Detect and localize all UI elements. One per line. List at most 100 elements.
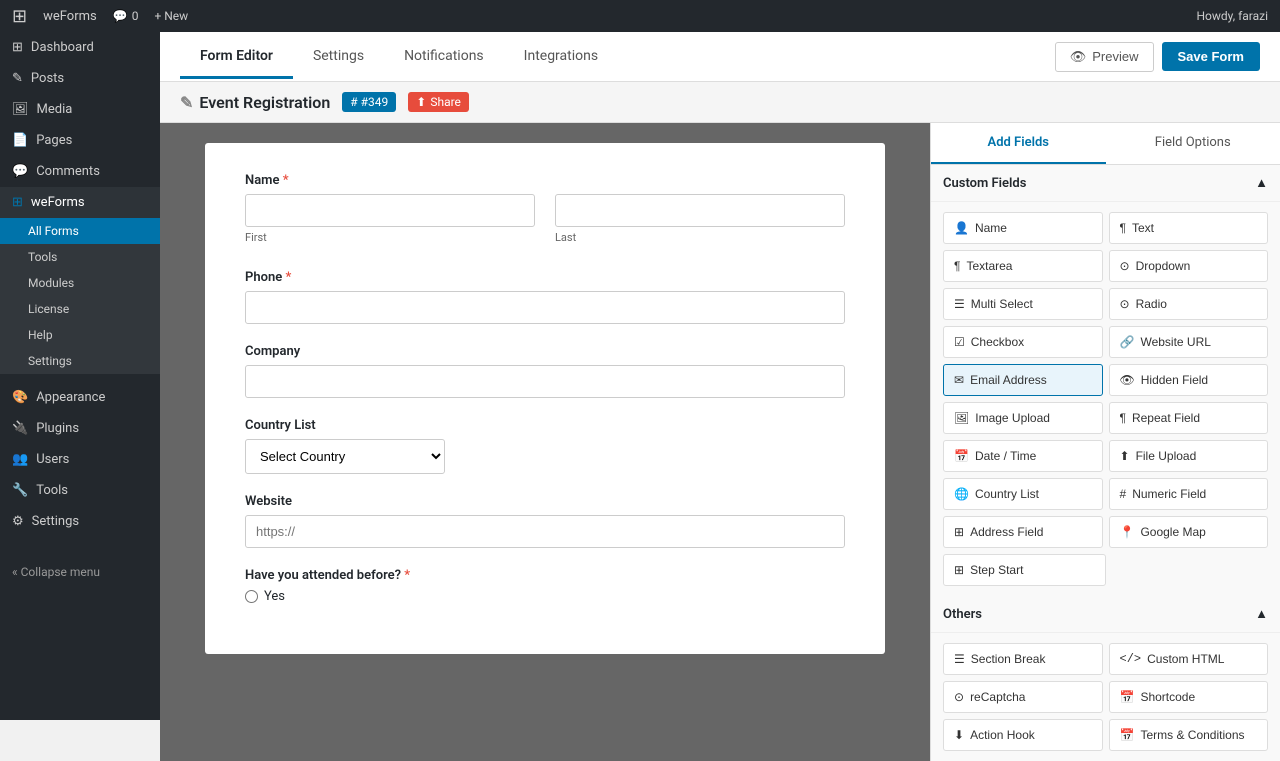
field-btn-website-url[interactable]: 🔗 Website URL bbox=[1109, 326, 1269, 358]
field-btn-country-list[interactable]: 🌐 Country List bbox=[943, 478, 1103, 510]
name-first-input[interactable] bbox=[245, 194, 535, 227]
field-btn-section-break[interactable]: ☰ Section Break bbox=[943, 643, 1103, 675]
form-field-website: Website bbox=[245, 494, 845, 548]
collapse-others-icon: ▲ bbox=[1255, 606, 1268, 622]
tab-add-fields[interactable]: Add Fields bbox=[931, 123, 1106, 164]
sidebar-item-license[interactable]: License bbox=[0, 296, 160, 322]
comments-icon: 💬 bbox=[12, 164, 28, 179]
name-first-col: First bbox=[245, 194, 535, 250]
custom-fields-grid: 👤 Name ¶ Text ¶ Textarea ⊙ Dropdown bbox=[931, 202, 1280, 596]
top-navigation: Form Editor Settings Notifications Integ… bbox=[160, 32, 1280, 82]
sidebar-item-tools[interactable]: 🔧 Tools bbox=[0, 475, 160, 506]
field-btn-address-field[interactable]: ⊞ Address Field bbox=[943, 516, 1103, 548]
attended-yes-option[interactable]: Yes bbox=[245, 589, 845, 604]
sidebar-item-users[interactable]: 👥 Users bbox=[0, 444, 160, 475]
sidebar-item-dashboard[interactable]: ⊞ Dashboard bbox=[0, 32, 160, 63]
field-btn-date-time[interactable]: 📅 Date / Time bbox=[943, 440, 1103, 472]
country-list-icon: 🌐 bbox=[954, 487, 969, 501]
save-form-button[interactable]: Save Form bbox=[1162, 42, 1260, 71]
panel-tabs: Add Fields Field Options bbox=[931, 123, 1280, 165]
tab-integrations[interactable]: Integrations bbox=[504, 36, 618, 79]
sidebar-item-weforms[interactable]: ⊞ weForms bbox=[0, 187, 160, 218]
comments-link[interactable]: 💬 0 bbox=[113, 9, 139, 23]
name-last-input[interactable] bbox=[555, 194, 845, 227]
field-btn-numeric-field[interactable]: # Numeric Field bbox=[1109, 478, 1269, 510]
multi-select-field-icon: ☰ bbox=[954, 297, 965, 311]
field-btn-google-map[interactable]: 📍 Google Map bbox=[1109, 516, 1269, 548]
field-btn-textarea[interactable]: ¶ Textarea bbox=[943, 250, 1103, 282]
field-btn-action-hook[interactable]: ⬇ Action Hook bbox=[943, 719, 1103, 751]
right-panel: Add Fields Field Options Custom Fields ▲… bbox=[930, 123, 1280, 761]
tab-notifications[interactable]: Notifications bbox=[384, 36, 504, 79]
form-field-name: Name * First Last bbox=[245, 173, 845, 250]
sidebar-item-pages[interactable]: 📄 Pages bbox=[0, 125, 160, 156]
sidebar-item-media[interactable]: 🖼 Media bbox=[0, 94, 160, 125]
site-name[interactable]: weForms bbox=[43, 9, 97, 24]
field-btn-step-start[interactable]: ⊞ Step Start bbox=[943, 554, 1106, 586]
sidebar-item-modules[interactable]: Modules bbox=[0, 270, 160, 296]
field-btn-image-upload[interactable]: 🖼 Image Upload bbox=[943, 402, 1103, 434]
new-content-link[interactable]: + New bbox=[154, 9, 188, 23]
collapse-menu-button[interactable]: « Collapse menu bbox=[0, 557, 160, 587]
country-select[interactable]: Select Country bbox=[245, 439, 445, 474]
plugins-icon: 🔌 bbox=[12, 421, 28, 436]
text-field-icon: ¶ bbox=[1120, 221, 1126, 235]
form-field-phone: Phone * bbox=[245, 270, 845, 324]
repeat-field-icon: ¶ bbox=[1120, 411, 1126, 425]
image-upload-icon: 🖼 bbox=[954, 411, 969, 425]
field-btn-terms-conditions[interactable]: 📅 Terms & Conditions bbox=[1109, 719, 1269, 751]
sidebar-item-settings-sub[interactable]: Settings bbox=[0, 348, 160, 374]
action-hook-icon: ⬇ bbox=[954, 728, 964, 742]
collapse-custom-fields-icon: ▲ bbox=[1255, 175, 1268, 191]
field-btn-hidden-field[interactable]: 👁 Hidden Field bbox=[1109, 364, 1269, 396]
numeric-field-icon: # bbox=[1120, 487, 1127, 501]
field-btn-email-address[interactable]: ✉ Email Address bbox=[943, 364, 1103, 396]
editor-area: Name * First Last bbox=[160, 123, 1280, 761]
email-field-icon: ✉ bbox=[954, 373, 964, 387]
sidebar-item-all-forms[interactable]: All Forms bbox=[0, 218, 160, 244]
sidebar-item-appearance[interactable]: 🎨 Appearance bbox=[0, 382, 160, 413]
sidebar-item-posts[interactable]: ✎ Posts bbox=[0, 63, 160, 94]
field-btn-checkbox[interactable]: ☑ Checkbox bbox=[943, 326, 1103, 358]
custom-fields-header[interactable]: Custom Fields ▲ bbox=[931, 165, 1280, 202]
attended-yes-radio[interactable] bbox=[245, 590, 258, 603]
share-badge[interactable]: ⬆ Share bbox=[408, 92, 469, 112]
others-header[interactable]: Others ▲ bbox=[931, 596, 1280, 633]
tab-form-editor[interactable]: Form Editor bbox=[180, 36, 293, 79]
sidebar-item-plugins[interactable]: 🔌 Plugins bbox=[0, 413, 160, 444]
pages-icon: 📄 bbox=[12, 133, 28, 148]
preview-button[interactable]: 👁 Preview bbox=[1055, 42, 1154, 72]
field-btn-recaptcha[interactable]: ⊙ reCaptcha bbox=[943, 681, 1103, 713]
field-btn-text[interactable]: ¶ Text bbox=[1109, 212, 1269, 244]
step-start-icon: ⊞ bbox=[954, 563, 964, 577]
field-btn-name[interactable]: 👤 Name bbox=[943, 212, 1103, 244]
field-btn-multi-select[interactable]: ☰ Multi Select bbox=[943, 288, 1103, 320]
company-input[interactable] bbox=[245, 365, 845, 398]
field-btn-shortcode[interactable]: 📅 Shortcode bbox=[1109, 681, 1269, 713]
weforms-submenu: All Forms Tools Modules License Help Set… bbox=[0, 218, 160, 374]
main-content: Form Editor Settings Notifications Integ… bbox=[160, 32, 1280, 761]
field-btn-repeat-field[interactable]: ¶ Repeat Field bbox=[1109, 402, 1269, 434]
tab-field-options[interactable]: Field Options bbox=[1106, 123, 1280, 164]
date-time-icon: 📅 bbox=[954, 449, 969, 463]
sidebar-item-settings[interactable]: ⚙ Settings bbox=[0, 506, 160, 537]
sidebar-item-tools-sub[interactable]: Tools bbox=[0, 244, 160, 270]
others-fields-grid: ☰ Section Break </> Custom HTML ⊙ reCapt… bbox=[931, 633, 1280, 761]
website-input[interactable] bbox=[245, 515, 845, 548]
sidebar-item-comments[interactable]: 💬 Comments bbox=[0, 156, 160, 187]
preview-icon: 👁 bbox=[1070, 49, 1087, 65]
field-btn-radio[interactable]: ⊙ Radio bbox=[1109, 288, 1269, 320]
field-btn-file-upload[interactable]: ⬆ File Upload bbox=[1109, 440, 1269, 472]
name-field-icon: 👤 bbox=[954, 221, 969, 235]
custom-fields-section: Custom Fields ▲ 👤 Name ¶ Text ¶ Textarea bbox=[931, 165, 1280, 596]
wp-logo-icon[interactable]: ⊞ bbox=[12, 6, 27, 27]
phone-input[interactable] bbox=[245, 291, 845, 324]
recaptcha-icon: ⊙ bbox=[954, 690, 964, 704]
sidebar-item-help[interactable]: Help bbox=[0, 322, 160, 348]
form-id-badge[interactable]: # #349 bbox=[342, 92, 396, 112]
field-btn-dropdown[interactable]: ⊙ Dropdown bbox=[1109, 250, 1269, 282]
collapse-icon: « bbox=[12, 565, 21, 579]
tab-settings[interactable]: Settings bbox=[293, 36, 384, 79]
field-btn-custom-html[interactable]: </> Custom HTML bbox=[1109, 643, 1269, 675]
custom-html-icon: </> bbox=[1120, 652, 1142, 666]
